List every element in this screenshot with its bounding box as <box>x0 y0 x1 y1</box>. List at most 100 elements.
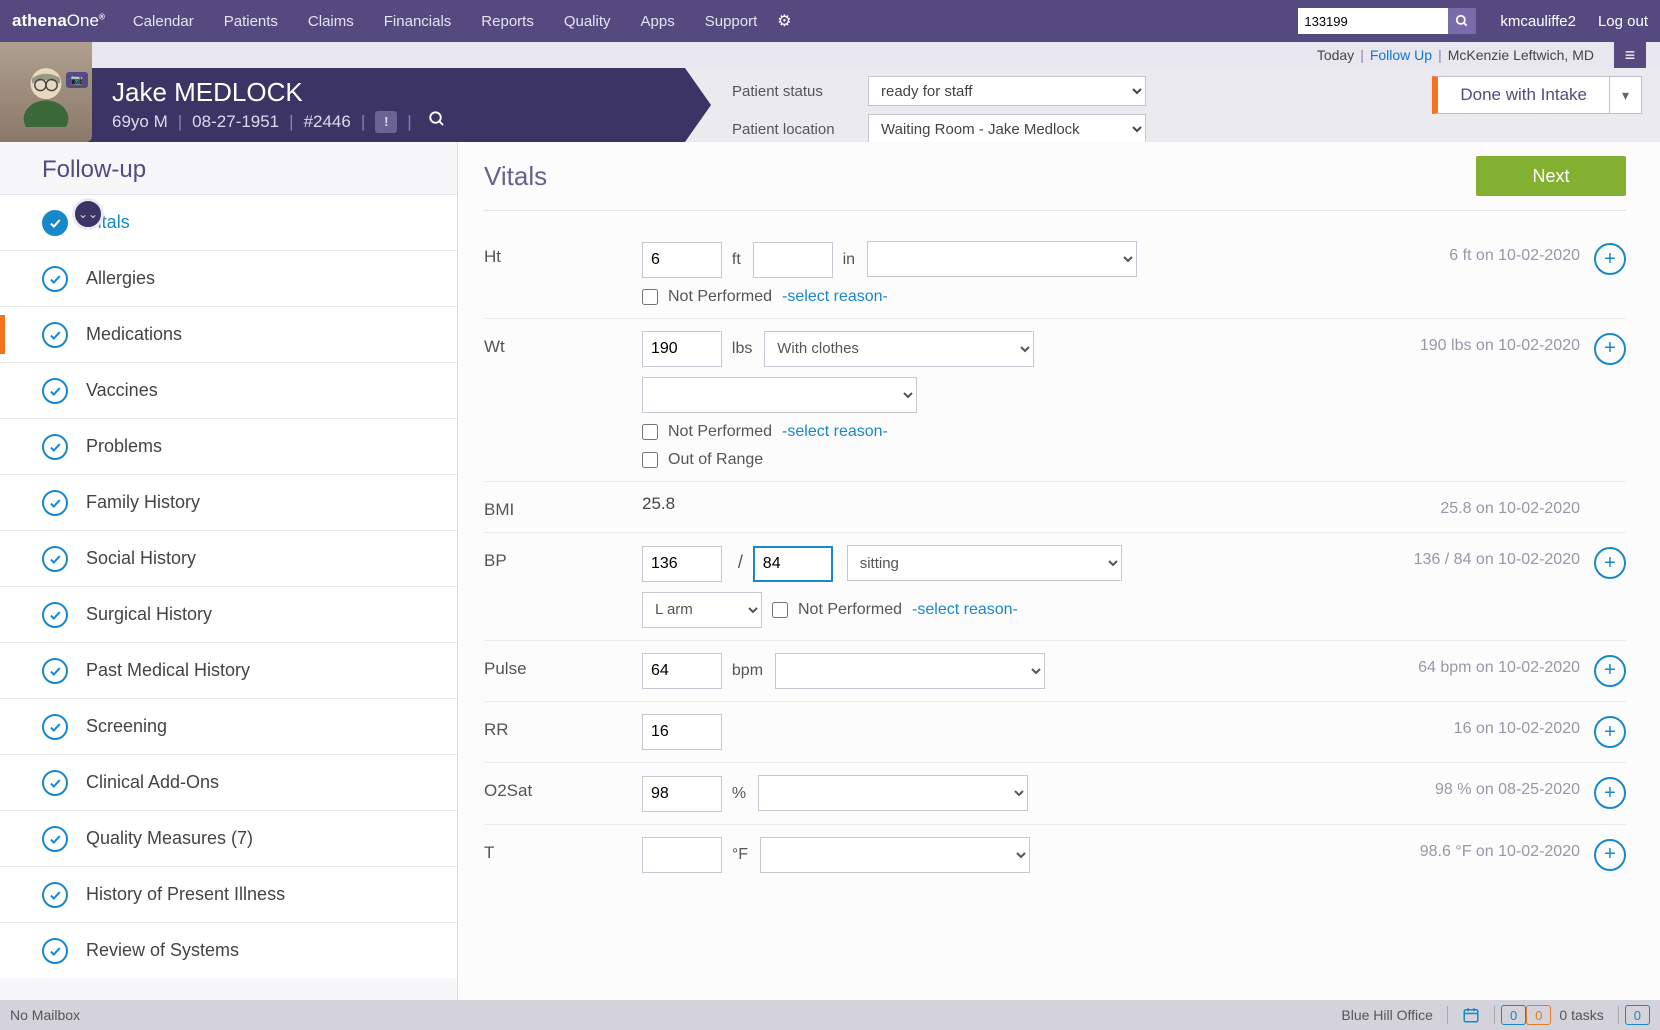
location-label: Patient location <box>732 121 854 138</box>
next-button[interactable]: Next <box>1476 156 1626 196</box>
ht-ft-input[interactable] <box>642 242 722 278</box>
wt-clothes-select[interactable]: With clothes <box>764 331 1034 367</box>
nav-financials[interactable]: Financials <box>384 13 452 30</box>
sidebar-item-surgical-history[interactable]: Surgical History <box>0 586 457 642</box>
nav-apps[interactable]: Apps <box>641 13 675 30</box>
sidebar-item-label: Quality Measures (7) <box>86 828 253 849</box>
hamburger-icon[interactable]: ≡ <box>1614 39 1646 71</box>
o2-select[interactable] <box>758 775 1028 811</box>
vital-row-wt: Wt lbs With clothes Not Performed -selec… <box>484 319 1626 483</box>
sidebar-item-problems[interactable]: Problems <box>0 418 457 474</box>
pulse-add-button[interactable]: + <box>1594 655 1626 687</box>
wt-notperformed-label: Not Performed <box>668 423 772 441</box>
ht-unit-select[interactable] <box>867 241 1137 277</box>
username[interactable]: kmcauliffe2 <box>1500 13 1576 30</box>
bp-add-button[interactable]: + <box>1594 547 1626 579</box>
ht-reason-link[interactable]: -select reason- <box>782 288 888 306</box>
ht-add-button[interactable]: + <box>1594 243 1626 275</box>
sidebar-item-review-of-systems[interactable]: Review of Systems <box>0 922 457 978</box>
bp-site-select[interactable]: L arm <box>642 592 762 628</box>
wt-label: Wt <box>484 331 642 470</box>
context-provider: McKenzie Leftwich, MD <box>1448 47 1594 63</box>
t-input[interactable] <box>642 837 722 873</box>
search-icon[interactable] <box>1448 8 1476 34</box>
sidebar-item-family-history[interactable]: Family History <box>0 474 457 530</box>
avatar[interactable]: 📷 <box>0 42 92 142</box>
o2-label: O2Sat <box>484 775 642 812</box>
footer-badge-3[interactable]: 0 <box>1625 1005 1650 1025</box>
sidebar-item-label: Clinical Add-Ons <box>86 772 219 793</box>
t-select[interactable] <box>760 837 1030 873</box>
check-icon <box>42 714 68 740</box>
wt-prev: 190 lbs on 10-02-2020 <box>1282 331 1580 470</box>
wt-add-button[interactable]: + <box>1594 333 1626 365</box>
sidebar-item-label: Surgical History <box>86 604 212 625</box>
chevron-down-icon[interactable]: ⌄⌄ <box>72 198 104 230</box>
nav-quality[interactable]: Quality <box>564 13 611 30</box>
bp-dia-input[interactable] <box>753 546 833 582</box>
sidebar-item-label: Screening <box>86 716 167 737</box>
sidebar-item-allergies[interactable]: Allergies <box>0 250 457 306</box>
sidebar-item-clinical-add-ons[interactable]: Clinical Add-Ons <box>0 754 457 810</box>
sidebar-item-history-of-present-illness[interactable]: History of Present Illness <box>0 866 457 922</box>
nav-reports[interactable]: Reports <box>481 13 534 30</box>
t-add-button[interactable]: + <box>1594 839 1626 871</box>
check-icon <box>42 434 68 460</box>
nav-claims[interactable]: Claims <box>308 13 354 30</box>
bp-sys-input[interactable] <box>642 546 722 582</box>
footer-tasks[interactable]: 0 tasks <box>1559 1007 1603 1023</box>
footer-badge-2[interactable]: 0 <box>1526 1005 1551 1025</box>
nav-support[interactable]: Support <box>705 13 758 30</box>
o2-add-button[interactable]: + <box>1594 777 1626 809</box>
rr-label: RR <box>484 714 642 750</box>
wt-extra-select[interactable] <box>642 377 917 413</box>
sidebar-item-label: History of Present Illness <box>86 884 285 905</box>
ht-label: Ht <box>484 241 642 306</box>
ht-prev: 6 ft on 10-02-2020 <box>1282 241 1580 306</box>
bp-notperformed-checkbox[interactable] <box>772 602 788 618</box>
logout-link[interactable]: Log out <box>1598 13 1648 30</box>
sidebar-item-vitals[interactable]: Vitals <box>0 194 457 250</box>
ht-in-input[interactable] <box>753 242 833 278</box>
vital-row-bp: BP / sitting L arm Not Performed -select… <box>484 533 1626 641</box>
wt-input[interactable] <box>642 331 722 367</box>
pulse-select[interactable] <box>775 653 1045 689</box>
o2-input[interactable] <box>642 776 722 812</box>
rr-add-button[interactable]: + <box>1594 716 1626 748</box>
sidebar-item-vaccines[interactable]: Vaccines <box>0 362 457 418</box>
done-intake-button[interactable]: Done with Intake <box>1432 76 1610 114</box>
ht-notperformed-checkbox[interactable] <box>642 289 658 305</box>
camera-icon[interactable]: 📷 <box>66 72 88 88</box>
nav-patients[interactable]: Patients <box>224 13 278 30</box>
gear-icon[interactable]: ⚙ <box>777 11 791 31</box>
alert-icon[interactable]: ! <box>375 111 397 133</box>
sidebar-item-screening[interactable]: Screening <box>0 698 457 754</box>
footer-badge-1[interactable]: 0 <box>1501 1005 1526 1025</box>
nav-search-input[interactable] <box>1298 8 1448 34</box>
context-followup[interactable]: Follow Up <box>1370 47 1432 63</box>
sidebar-item-label: Problems <box>86 436 162 457</box>
footer-office[interactable]: Blue Hill Office <box>1341 1007 1433 1023</box>
check-icon <box>42 266 68 292</box>
bp-reason-link[interactable]: -select reason- <box>912 601 1018 619</box>
done-intake-caret[interactable]: ▾ <box>1610 76 1642 114</box>
calendar-icon[interactable] <box>1462 1006 1480 1024</box>
rr-input[interactable] <box>642 714 722 750</box>
vital-row-t: T °F 98.6 °F on 10-02-2020 + <box>484 825 1626 886</box>
sidebar-item-medications[interactable]: Medications <box>0 306 457 362</box>
sidebar-item-quality-measures-7-[interactable]: Quality Measures (7) <box>0 810 457 866</box>
wt-notperformed-checkbox[interactable] <box>642 424 658 440</box>
nav-calendar[interactable]: Calendar <box>133 13 194 30</box>
sidebar-item-past-medical-history[interactable]: Past Medical History <box>0 642 457 698</box>
wt-reason-link[interactable]: -select reason- <box>782 423 888 441</box>
location-select[interactable]: Waiting Room - Jake Medlock <box>868 114 1146 144</box>
pulse-prev: 64 bpm on 10-02-2020 <box>1282 653 1580 690</box>
pulse-input[interactable] <box>642 653 722 689</box>
bp-notperformed-label: Not Performed <box>798 601 902 619</box>
bp-position-select[interactable]: sitting <box>847 545 1122 581</box>
sidebar-item-social-history[interactable]: Social History <box>0 530 457 586</box>
nav-links: Calendar Patients Claims Financials Repo… <box>133 13 757 30</box>
wt-outofrange-checkbox[interactable] <box>642 452 658 468</box>
status-select[interactable]: ready for staff <box>868 76 1146 106</box>
patient-search-icon[interactable] <box>428 110 446 133</box>
